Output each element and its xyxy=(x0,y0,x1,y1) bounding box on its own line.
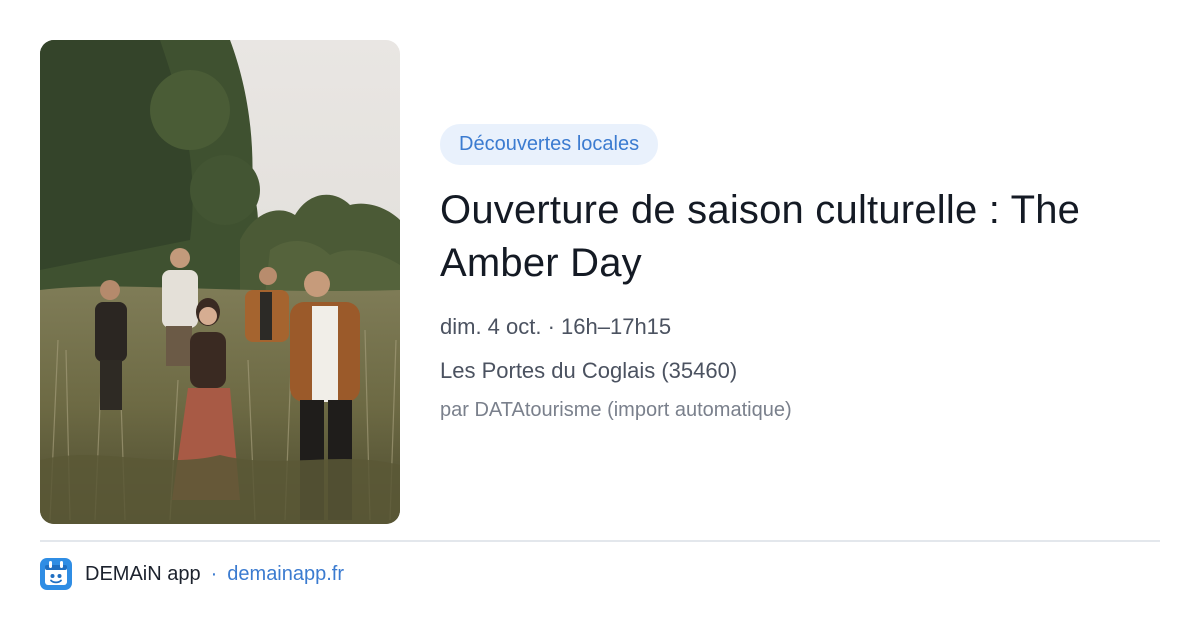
site-link[interactable]: demainapp.fr xyxy=(227,563,344,586)
event-location: Les Portes du Coglais (35460) xyxy=(440,358,738,383)
event-photo[interactable] xyxy=(40,40,400,524)
footer: DEMAiN app · demainapp.fr xyxy=(40,558,344,590)
footer-divider xyxy=(40,540,1160,542)
event-info: Découvertes locales Ouverture de saison … xyxy=(440,124,1160,424)
event-title[interactable]: Ouverture de saison culturelle : The Amb… xyxy=(440,184,1160,290)
event-datetime: dim. 4 oct. · 16h–17h15 xyxy=(440,314,672,339)
event-source: par DATAtourisme (import automatique) xyxy=(440,399,792,421)
category-badge[interactable]: Découvertes locales xyxy=(440,124,659,165)
app-name[interactable]: DEMAiN app xyxy=(85,563,201,586)
demain-app-icon[interactable] xyxy=(40,558,72,590)
footer-separator: · xyxy=(210,562,218,585)
